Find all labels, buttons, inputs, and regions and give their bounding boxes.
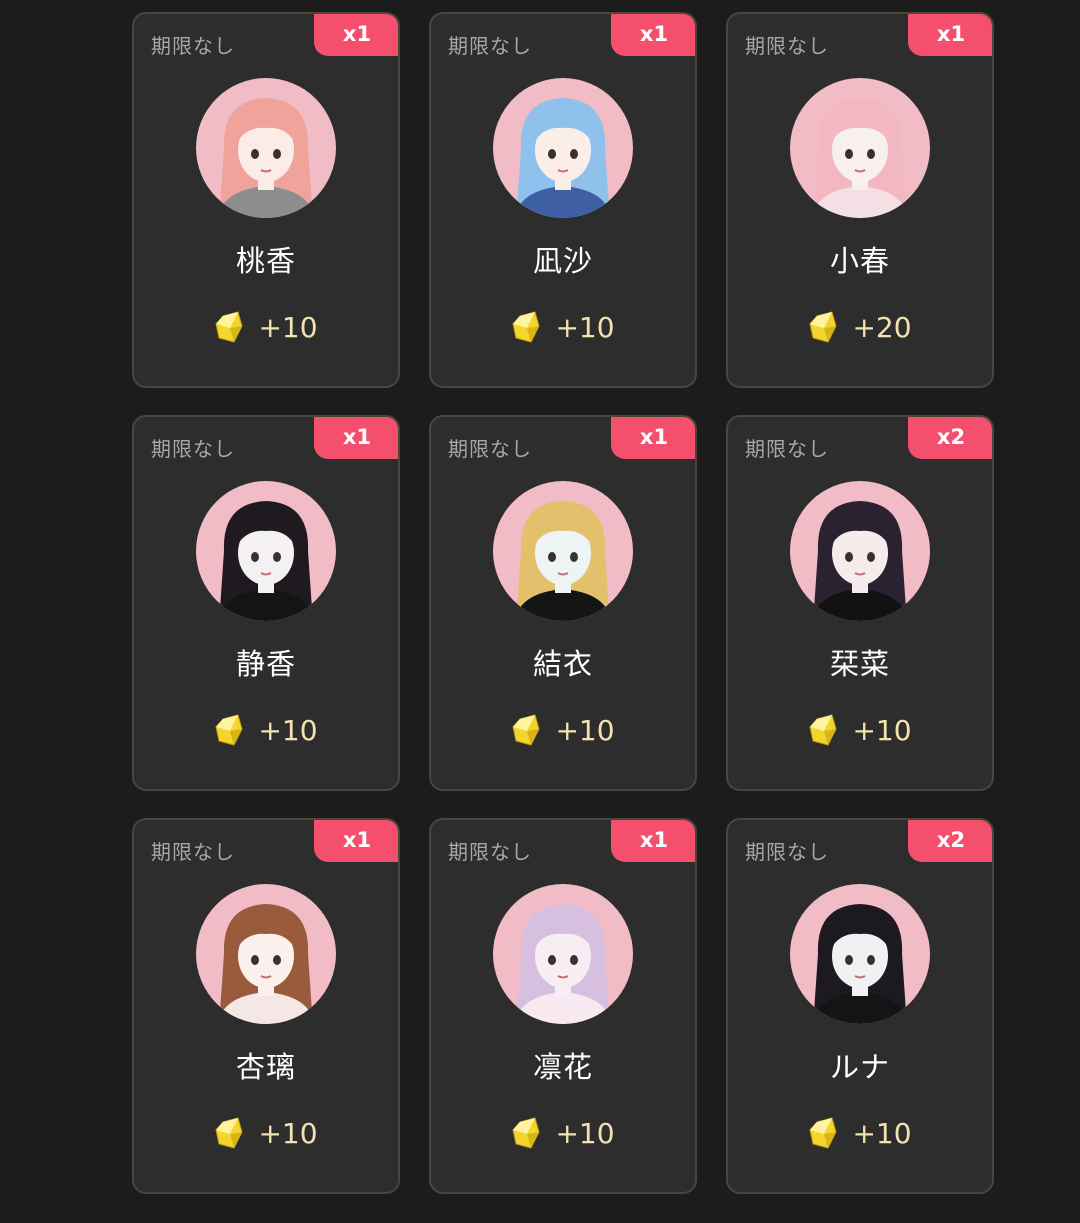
gem-icon [809,714,837,746]
reward: +20 [728,310,992,344]
character-card[interactable]: 期限なし x1 凛花 +10 [429,818,697,1194]
character-name: ルナ [829,1050,890,1084]
avatar [196,481,336,621]
quantity-badge: x1 [314,820,398,862]
character-card[interactable]: 期限なし x2 栞菜 +10 [726,415,994,791]
avatar [196,884,336,1024]
expiry-label: 期限なし [448,34,532,58]
reward-value: +20 [852,310,912,344]
portrait-illustration [515,98,611,218]
quantity-badge: x1 [611,820,695,862]
avatar [790,78,930,218]
character-card[interactable]: 期限なし x1 杏璃 +10 [132,818,400,1194]
avatar [493,481,633,621]
character-card[interactable]: 期限なし x1 凪沙 +10 [429,12,697,388]
gem-icon [512,1117,540,1149]
reward-value: +10 [258,1116,318,1150]
avatar [790,884,930,1024]
reward: +10 [134,1116,398,1150]
reward-value: +10 [852,713,912,747]
gem-icon [215,1117,243,1149]
character-card[interactable]: 期限なし x1 静香 +10 [132,415,400,791]
character-name: 凛花 [532,1050,593,1084]
reward: +10 [134,713,398,747]
reward-value: +10 [258,713,318,747]
character-name: 結衣 [532,647,593,681]
expiry-label: 期限なし [745,437,829,461]
avatar [196,78,336,218]
gem-icon [215,714,243,746]
gem-icon [809,1117,837,1149]
portrait-illustration [218,904,314,1024]
reward-value: +10 [555,713,615,747]
portrait-illustration [812,501,908,621]
expiry-label: 期限なし [151,34,235,58]
avatar [790,481,930,621]
portrait-illustration [812,98,908,218]
portrait-illustration [812,904,908,1024]
character-name: 杏璃 [235,1050,296,1084]
character-card[interactable]: 期限なし x1 桃香 +10 [132,12,400,388]
expiry-label: 期限なし [745,34,829,58]
character-name: 桃香 [235,244,296,278]
expiry-label: 期限なし [151,437,235,461]
character-name: 静香 [235,647,296,681]
reward-value: +10 [258,310,318,344]
quantity-badge: x1 [314,417,398,459]
reward-value: +10 [852,1116,912,1150]
quantity-badge: x2 [908,820,992,862]
reward-value: +10 [555,310,615,344]
character-card[interactable]: 期限なし x2 ルナ +10 [726,818,994,1194]
quantity-badge: x1 [908,14,992,56]
quantity-badge: x1 [314,14,398,56]
character-card[interactable]: 期限なし x1 小春 +20 [726,12,994,388]
gem-icon [512,714,540,746]
avatar [493,78,633,218]
gem-icon [809,311,837,343]
reward: +10 [431,713,695,747]
character-card-grid: 期限なし x1 桃香 +10 期限なし x1 凪沙 +10 期限なし x1 小春… [132,12,994,1194]
quantity-badge: x1 [611,14,695,56]
reward-value: +10 [555,1116,615,1150]
expiry-label: 期限なし [448,437,532,461]
reward: +10 [728,1116,992,1150]
reward: +10 [728,713,992,747]
quantity-badge: x2 [908,417,992,459]
reward: +10 [431,1116,695,1150]
portrait-illustration [218,501,314,621]
expiry-label: 期限なし [745,840,829,864]
character-name: 栞菜 [829,647,890,681]
gem-icon [512,311,540,343]
quantity-badge: x1 [611,417,695,459]
character-name: 小春 [829,244,890,278]
portrait-illustration [515,904,611,1024]
expiry-label: 期限なし [448,840,532,864]
portrait-illustration [218,98,314,218]
portrait-illustration [515,501,611,621]
expiry-label: 期限なし [151,840,235,864]
character-card[interactable]: 期限なし x1 結衣 +10 [429,415,697,791]
reward: +10 [134,310,398,344]
gem-icon [215,311,243,343]
character-name: 凪沙 [532,244,593,278]
reward: +10 [431,310,695,344]
avatar [493,884,633,1024]
